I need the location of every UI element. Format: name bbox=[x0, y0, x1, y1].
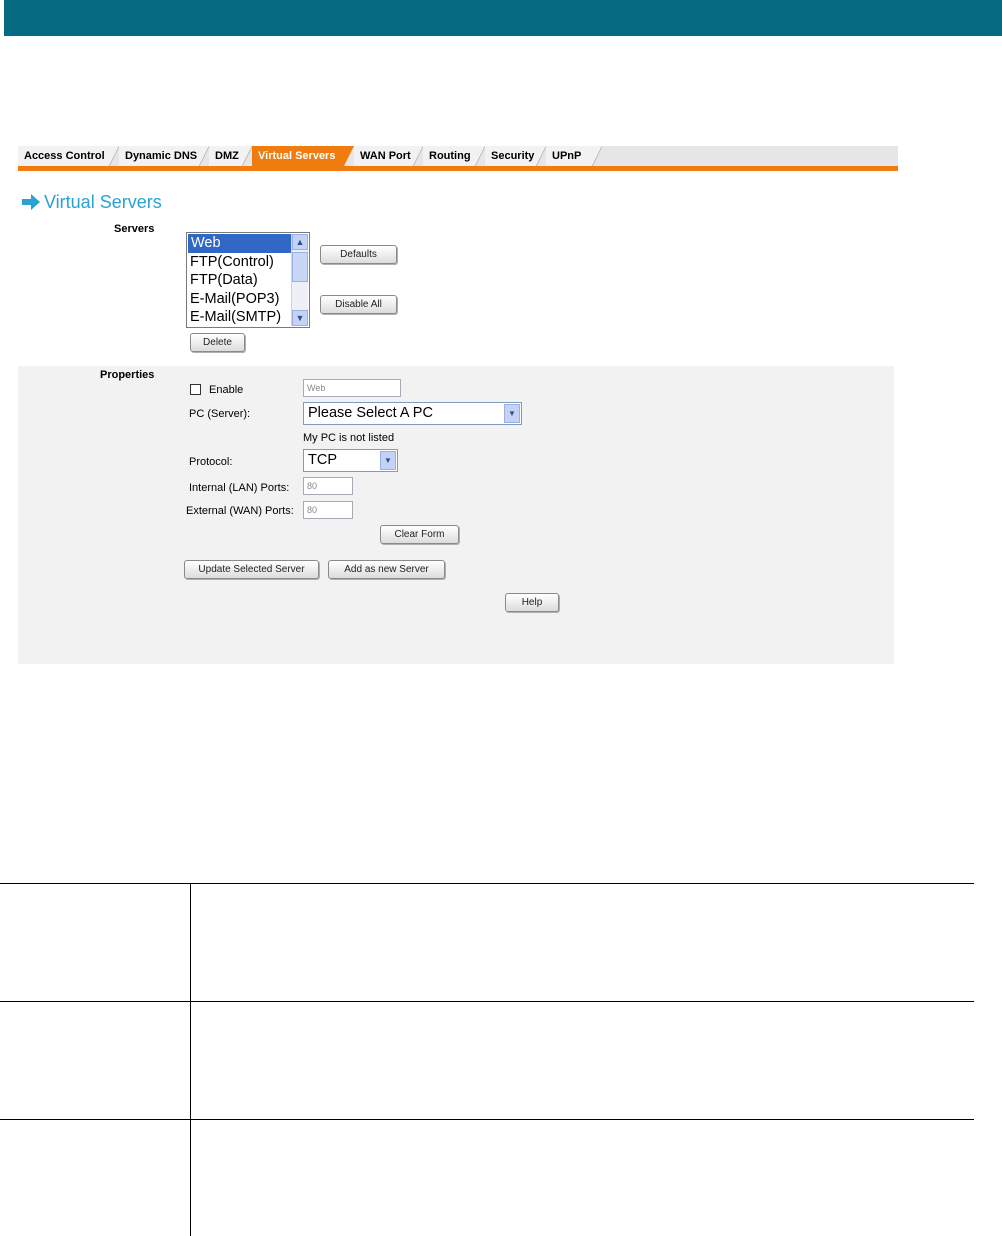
lan-ports-label: Internal (LAN) Ports: bbox=[189, 482, 290, 494]
tab-upnp[interactable]: UPnP bbox=[546, 146, 602, 166]
tab-underline bbox=[18, 166, 898, 171]
server-name-input[interactable]: Web bbox=[303, 379, 401, 397]
pc-select-value: Please Select A PC bbox=[308, 405, 433, 421]
router-config-panel: Access Control Dynamic DNS DMZ Virtual S… bbox=[18, 140, 898, 665]
tab-label: Access Control bbox=[24, 150, 105, 162]
scrollbar-thumb[interactable] bbox=[292, 252, 308, 282]
chevron-down-icon[interactable]: ▼ bbox=[292, 310, 308, 326]
tab-label: DMZ bbox=[215, 150, 239, 162]
tab-virtual-servers[interactable]: Virtual Servers bbox=[252, 146, 354, 166]
enable-checkbox[interactable] bbox=[190, 384, 201, 395]
arrow-right-icon bbox=[22, 194, 40, 210]
table-cell bbox=[190, 1119, 974, 1236]
tab-label: Dynamic DNS bbox=[125, 150, 198, 162]
chevron-up-icon[interactable]: ▲ bbox=[292, 234, 308, 250]
pc-not-listed-text: My PC is not listed bbox=[303, 432, 395, 444]
tab-routing[interactable]: Routing bbox=[423, 146, 485, 166]
clear-form-button[interactable]: Clear Form bbox=[380, 525, 459, 544]
table-cell bbox=[0, 883, 191, 1002]
table-cell bbox=[190, 1001, 974, 1120]
properties-label: Properties bbox=[100, 369, 155, 381]
pc-server-select[interactable]: Please Select A PC ▼ bbox=[303, 402, 522, 425]
table-row bbox=[0, 1001, 974, 1120]
tab-label: Routing bbox=[429, 150, 471, 162]
protocol-select-value: TCP bbox=[308, 452, 337, 468]
tab-dmz[interactable]: DMZ bbox=[209, 146, 252, 166]
protocol-label: Protocol: bbox=[189, 456, 233, 468]
listbox-scrollbar[interactable]: ▲ ▼ bbox=[291, 234, 308, 326]
servers-label: Servers bbox=[114, 223, 155, 235]
update-selected-server-button[interactable]: Update Selected Server bbox=[184, 560, 319, 579]
tab-security[interactable]: Security bbox=[485, 146, 546, 166]
lan-ports-input[interactable]: 80 bbox=[303, 477, 353, 495]
page-title: Virtual Servers bbox=[44, 192, 162, 212]
disable-all-button[interactable]: Disable All bbox=[320, 295, 397, 314]
chevron-down-icon[interactable]: ▼ bbox=[380, 451, 396, 470]
tab-label: Virtual Servers bbox=[258, 150, 336, 162]
wan-ports-label: External (WAN) Ports: bbox=[186, 505, 294, 517]
enable-label: Enable bbox=[209, 384, 244, 396]
pc-server-label: PC (Server): bbox=[189, 408, 251, 420]
wan-ports-input[interactable]: 80 bbox=[303, 501, 353, 519]
header-bar bbox=[4, 0, 1002, 36]
table-cell bbox=[0, 1001, 191, 1120]
protocol-select[interactable]: TCP ▼ bbox=[303, 449, 398, 472]
tab-access-control[interactable]: Access Control bbox=[18, 146, 119, 166]
add-new-server-button[interactable]: Add as new Server bbox=[328, 560, 445, 579]
defaults-button[interactable]: Defaults bbox=[320, 245, 397, 264]
chevron-down-icon[interactable]: ▼ bbox=[504, 404, 520, 423]
servers-listbox[interactable]: Web FTP(Control) FTP(Data) E-Mail(POP3) … bbox=[186, 232, 310, 328]
table-row bbox=[0, 883, 974, 1002]
tab-label: WAN Port bbox=[360, 150, 411, 162]
tab-wan-port[interactable]: WAN Port bbox=[354, 146, 423, 166]
description-table bbox=[0, 883, 974, 1236]
tab-label: UPnP bbox=[552, 150, 582, 162]
help-button[interactable]: Help bbox=[505, 593, 559, 612]
list-item[interactable]: Web bbox=[188, 234, 292, 253]
tab-dynamic-dns[interactable]: Dynamic DNS bbox=[119, 146, 209, 166]
tab-label: Security bbox=[491, 150, 535, 162]
table-row bbox=[0, 1119, 974, 1236]
delete-button[interactable]: Delete bbox=[190, 333, 245, 352]
table-cell bbox=[190, 883, 974, 1002]
table-cell bbox=[0, 1119, 191, 1236]
